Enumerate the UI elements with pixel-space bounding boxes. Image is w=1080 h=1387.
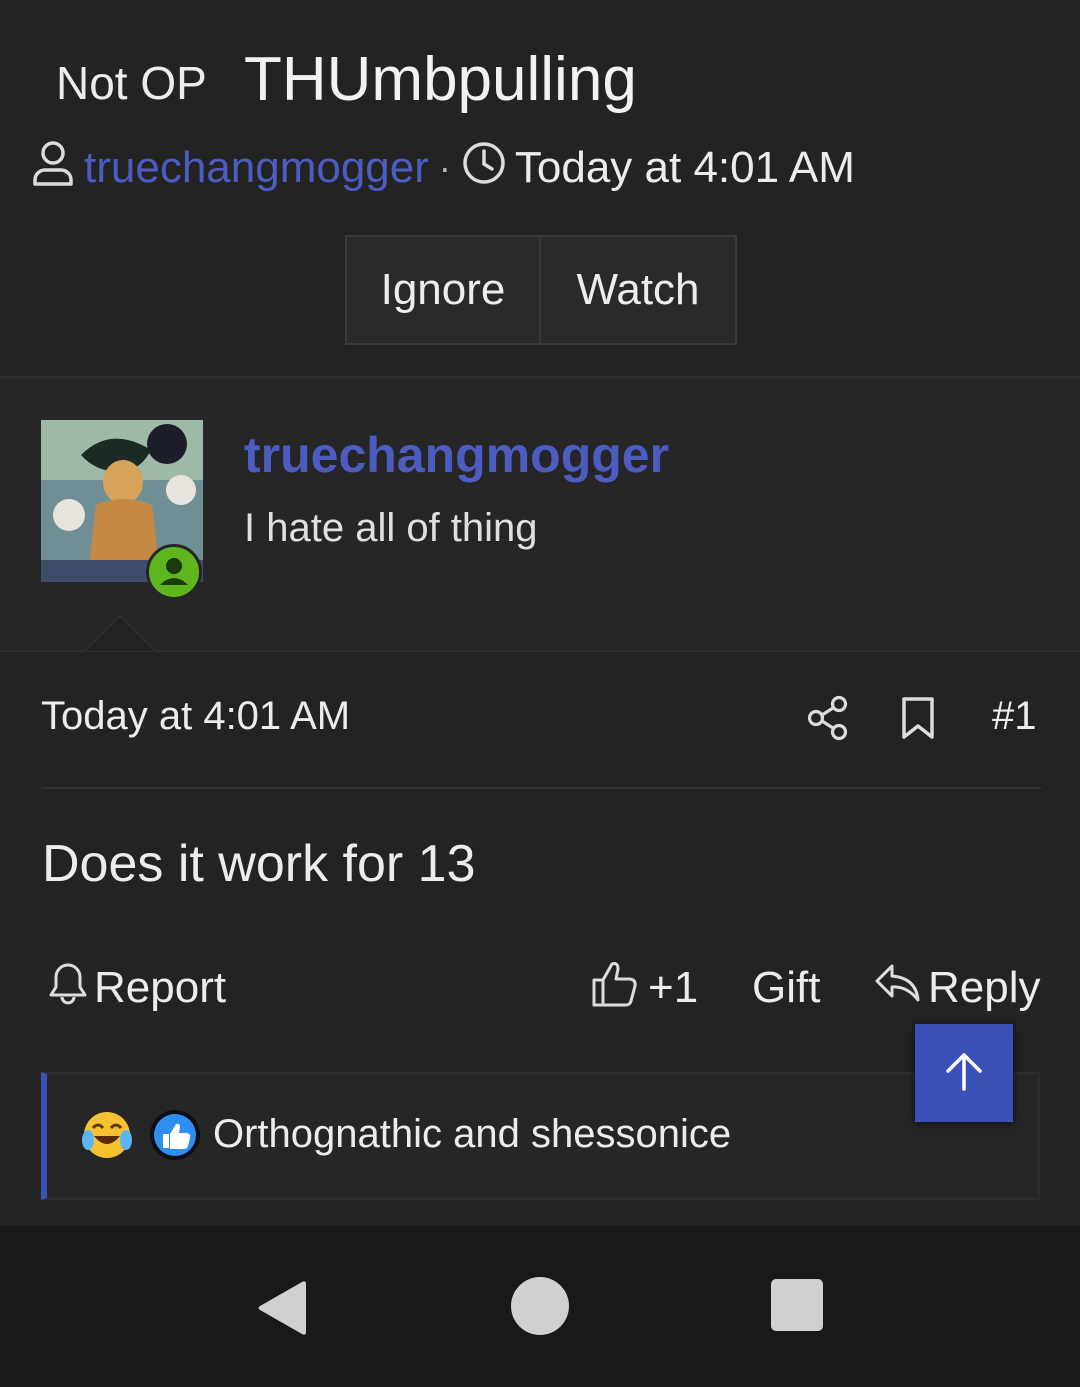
reaction-users[interactable]: Orthognathic and shessonice <box>213 1112 731 1157</box>
watch-button[interactable]: Watch <box>541 237 735 343</box>
home-circle-icon[interactable] <box>511 1277 569 1340</box>
thumbs-up-reaction-icon <box>148 1108 202 1167</box>
reply-icon <box>874 962 922 1015</box>
report-button[interactable]: Report <box>48 960 226 1016</box>
thumbs-up-icon <box>590 958 638 1019</box>
post-body: Does it work for 13 <box>42 835 476 893</box>
thread-prefix[interactable]: Not OP <box>56 56 207 110</box>
back-triangle-icon[interactable] <box>254 1276 310 1341</box>
recents-square-icon[interactable] <box>771 1279 823 1336</box>
post-number-link[interactable]: #1 <box>992 694 1037 739</box>
thread-button-group: Ignore Watch <box>345 235 737 345</box>
online-status-icon <box>146 544 202 600</box>
thread-meta: truechangmogger · Today at 4:01 AM <box>32 140 855 196</box>
message-user-block: truechangmogger I hate all of thing <box>0 376 1080 652</box>
user-block-pointer-inner <box>86 617 154 651</box>
thread-timestamp[interactable]: Today at 4:01 AM <box>515 143 855 193</box>
arrow-up-icon <box>942 1049 986 1098</box>
bell-icon <box>48 961 88 1016</box>
reaction-icons <box>80 1108 202 1167</box>
gift-label: Gift <box>752 963 821 1012</box>
ignore-button[interactable]: Ignore <box>347 237 541 343</box>
system-nav-bar <box>0 1226 1080 1387</box>
meta-separator: · <box>438 147 451 188</box>
like-button[interactable]: +1 <box>590 960 698 1016</box>
scroll-top-button[interactable] <box>915 1024 1013 1122</box>
clock-icon <box>461 140 507 197</box>
reply-button[interactable]: Reply <box>874 960 1041 1016</box>
like-count: +1 <box>648 963 699 1012</box>
report-label: Report <box>94 963 227 1012</box>
post-timestamp[interactable]: Today at 4:01 AM <box>41 694 350 739</box>
user-name-link[interactable]: truechangmogger <box>244 426 669 484</box>
post-header-divider <box>41 787 1041 789</box>
user-title: I hate all of thing <box>244 506 538 550</box>
thread-header: Not OP THUmbpulling truechangmogger · To… <box>0 0 1080 376</box>
share-icon[interactable] <box>806 694 850 742</box>
laughing-crying-emoji-icon <box>80 1108 134 1167</box>
thread-title: THUmbpulling <box>244 45 637 114</box>
gift-button[interactable]: Gift <box>752 960 820 1016</box>
user-icon <box>32 139 74 198</box>
thread-author-link[interactable]: truechangmogger <box>84 143 429 193</box>
reply-label: Reply <box>928 963 1041 1012</box>
bookmark-icon[interactable] <box>900 694 936 742</box>
